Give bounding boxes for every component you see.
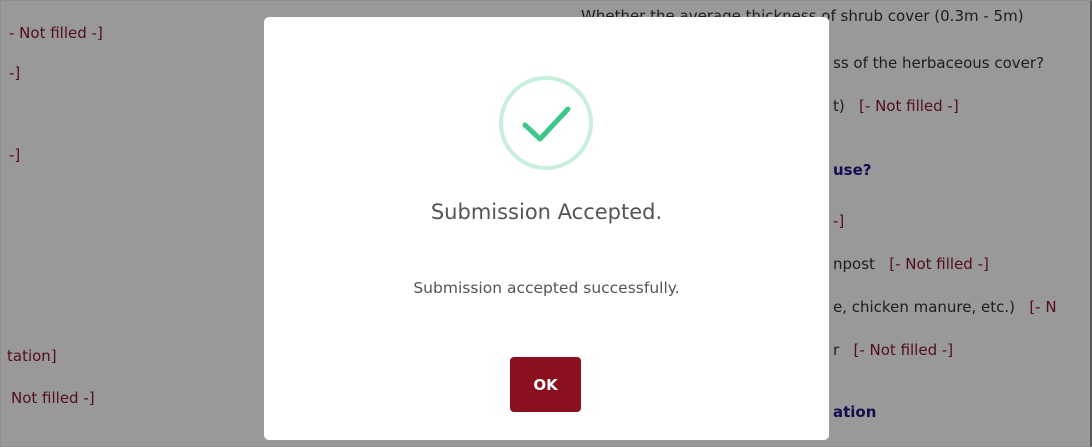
submission-dialog: Submission Accepted. Submission accepted… <box>264 17 829 440</box>
dialog-title: Submission Accepted. <box>430 200 663 224</box>
success-check-icon <box>499 76 593 170</box>
app-window: - Not filled -] -] -] tation] Not filled… <box>0 0 1092 447</box>
dialog-message: Submission accepted successfully. <box>413 279 680 297</box>
ok-button[interactable]: OK <box>510 357 581 412</box>
